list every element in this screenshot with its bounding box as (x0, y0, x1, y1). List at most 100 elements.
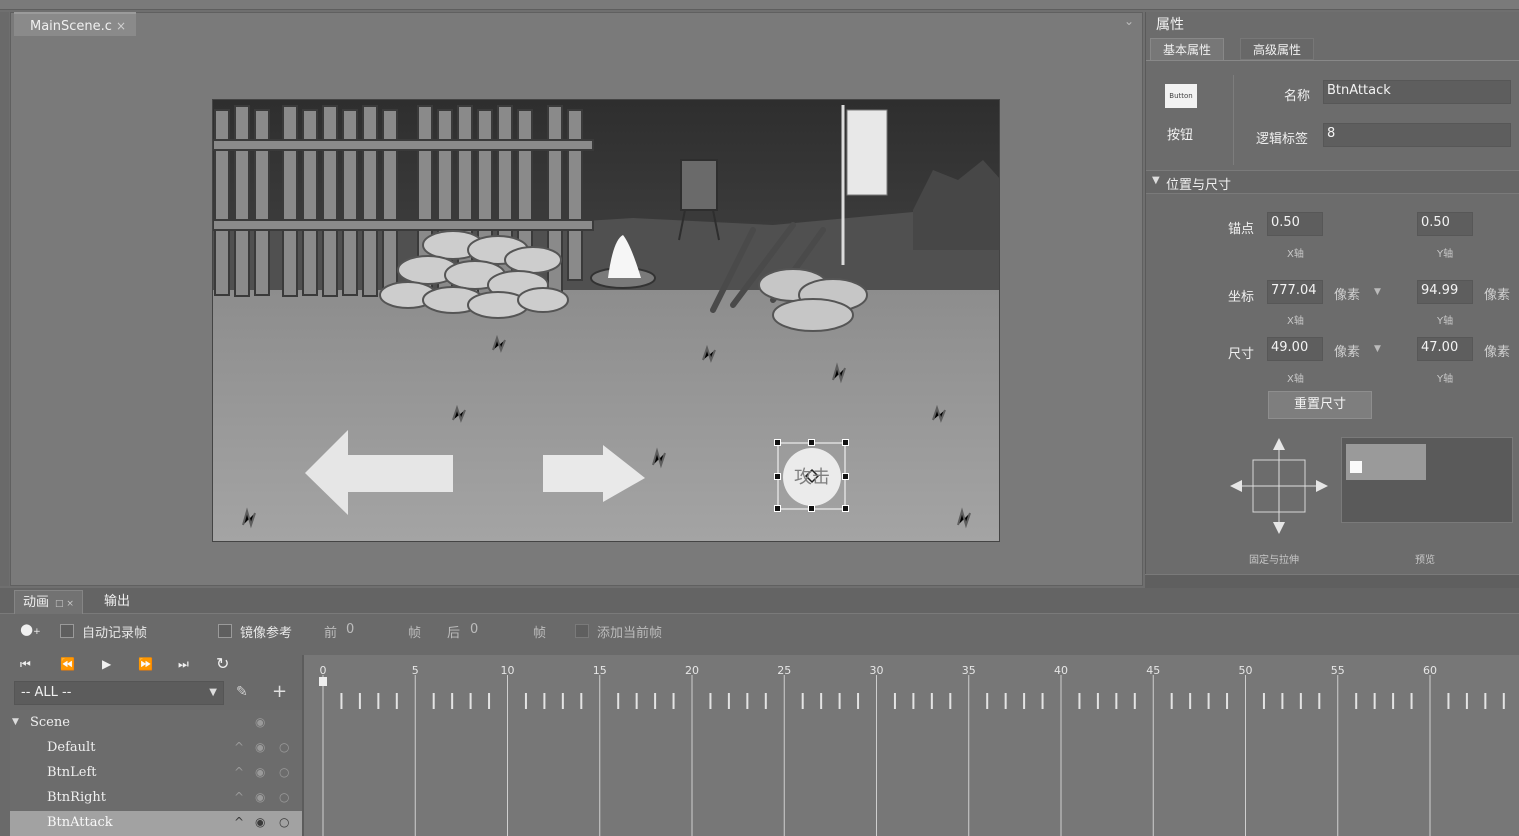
anchor-stretch-widget[interactable] (1226, 434, 1334, 540)
position-x-unit[interactable]: 像素 (1334, 284, 1360, 303)
position-label: 坐标 (1228, 290, 1255, 305)
timeline-tick-label: 40 (1054, 664, 1068, 677)
tab-divider (1146, 60, 1519, 61)
resize-handle[interactable] (842, 439, 849, 446)
properties-title: 属性 (1156, 17, 1184, 33)
mirror-ref-checkbox[interactable] (218, 624, 232, 638)
preview-node (1350, 461, 1362, 473)
chevron-down-icon[interactable]: ▼ (1374, 287, 1381, 297)
prev-frame-icon[interactable]: ⏪ (60, 657, 75, 671)
anchor-x-field[interactable]: 0.50 (1267, 212, 1323, 236)
resize-handle[interactable] (774, 505, 781, 512)
play-icon[interactable]: ▶ (102, 657, 111, 671)
eye-icon[interactable]: ◉ (255, 765, 265, 779)
lock-icon[interactable]: ^ (234, 765, 244, 779)
timeline-tick-label: 55 (1331, 664, 1345, 677)
tree-row-default[interactable]: Default ^ ◉ ○ (10, 736, 302, 761)
timeline-ruler[interactable]: 0 5 10 15 20 25 30 35 40 45 50 55 60 (304, 655, 1519, 836)
timeline-tick-label: 45 (1146, 664, 1160, 677)
playhead-marker[interactable] (319, 677, 327, 686)
lock-icon[interactable]: ^ (234, 815, 244, 829)
pencil-icon[interactable]: ✎ (236, 684, 248, 700)
timeline-tick-label: 60 (1423, 664, 1437, 677)
eye-icon[interactable]: ◉ (255, 715, 265, 729)
properties-scrollbar[interactable] (1145, 574, 1519, 588)
circle-icon[interactable]: ○ (279, 815, 289, 829)
left-scroll-strip[interactable] (0, 12, 9, 586)
name-label: 名称 (1284, 89, 1311, 104)
x-axis-caption: X轴 (1287, 249, 1304, 260)
resize-handle[interactable] (842, 473, 849, 480)
circle-icon[interactable]: ○ (279, 765, 289, 779)
circle-icon[interactable]: ○ (279, 790, 289, 804)
before-label: 前 (324, 626, 338, 641)
lock-icon[interactable]: ^ (234, 740, 244, 754)
section-position-size[interactable]: ▼ 位置与尺寸 (1146, 170, 1519, 194)
tree-row-scene[interactable]: ▼ Scene ◉ (10, 711, 302, 736)
before-frames-field[interactable]: 0 (346, 622, 354, 637)
resize-handle[interactable] (842, 505, 849, 512)
mirror-ref-label: 镜像参考 (240, 626, 293, 641)
divider (1233, 75, 1234, 165)
loop-icon[interactable]: ↻ (216, 654, 229, 673)
circle-icon[interactable]: ○ (279, 740, 289, 754)
auto-record-checkbox[interactable] (60, 624, 74, 638)
size-width-field[interactable]: 49.00 (1267, 337, 1323, 361)
x-axis-caption: X轴 (1287, 316, 1304, 327)
eye-icon[interactable]: ◉ (255, 790, 265, 804)
tab-advanced-properties[interactable]: 高级属性 (1240, 38, 1315, 60)
add-frame-checkbox[interactable] (575, 624, 589, 638)
tree-label: BtnLeft (47, 765, 97, 780)
resize-handle[interactable] (774, 439, 781, 446)
tab-output[interactable]: 输出 (96, 590, 138, 614)
lock-icon[interactable]: ^ (234, 790, 244, 804)
plus-icon[interactable]: + (272, 681, 287, 702)
frame-unit-label: 帧 (408, 626, 422, 641)
fix-stretch-caption: 固定与拉伸 (1249, 555, 1299, 566)
tree-row-btnattack[interactable]: BtnAttack ^ ◉ ○ (10, 811, 302, 836)
tree-label: BtnRight (47, 790, 107, 805)
timeline-tick-label: 50 (1239, 664, 1253, 677)
resize-handle[interactable] (774, 473, 781, 480)
tree-row-btnright[interactable]: BtnRight ^ ◉ ○ (10, 786, 302, 811)
component-thumbnail: Button (1165, 84, 1197, 108)
next-frame-icon[interactable]: ⏩ (138, 657, 153, 671)
frame-unit-label: 帧 (533, 626, 547, 641)
anchor-y-field[interactable]: 0.50 (1417, 212, 1473, 236)
position-y-unit[interactable]: 像素 (1484, 284, 1510, 303)
close-icon[interactable]: □ × (55, 599, 74, 609)
tab-animation[interactable]: 动画 □ × (14, 590, 83, 614)
tree-label: Default (47, 740, 96, 755)
logic-tag-label: 逻辑标签 (1256, 132, 1309, 147)
component-type-label: 按钮 (1167, 128, 1194, 143)
add-node-icon[interactable]: ●+ (20, 620, 41, 638)
position-y-field[interactable]: 94.99 (1417, 280, 1473, 304)
last-frame-icon[interactable]: ⏭ (178, 657, 189, 672)
top-menu-strip (0, 0, 1519, 10)
document-tab-mainscene[interactable]: MainScene.c × (14, 12, 136, 36)
name-field[interactable]: BtnAttack (1323, 80, 1511, 104)
chevron-down-icon[interactable]: ⌄ (1124, 14, 1134, 28)
game-scene-canvas[interactable]: 攻击 (212, 99, 1000, 542)
size-width-unit[interactable]: 像素 (1334, 341, 1360, 360)
chevron-down-icon[interactable]: ▼ (12, 717, 19, 727)
resize-handle[interactable] (808, 439, 815, 446)
attack-button-label[interactable]: 攻击 (787, 463, 837, 489)
tab-basic-properties[interactable]: 基本属性 (1150, 38, 1225, 60)
position-x-field[interactable]: 777.04 (1267, 280, 1323, 304)
size-height-unit[interactable]: 像素 (1484, 341, 1510, 360)
after-frames-field[interactable]: 0 (470, 622, 478, 637)
first-frame-icon[interactable]: ⏮ (20, 657, 31, 672)
size-height-field[interactable]: 47.00 (1417, 337, 1473, 361)
reset-size-button[interactable]: 重置尺寸 (1268, 391, 1372, 419)
chevron-down-icon[interactable]: ▼ (1374, 344, 1381, 354)
tree-label: BtnAttack (47, 815, 113, 830)
close-icon[interactable]: × (116, 19, 126, 33)
section-title: 位置与尺寸 (1166, 178, 1232, 193)
logic-tag-field[interactable]: 8 (1323, 123, 1511, 147)
tree-row-btnleft[interactable]: BtnLeft ^ ◉ ○ (10, 761, 302, 786)
resize-handle[interactable] (808, 505, 815, 512)
eye-icon[interactable]: ◉ (255, 815, 265, 829)
eye-icon[interactable]: ◉ (255, 740, 265, 754)
node-filter-select[interactable]: -- ALL -- ▼ (14, 681, 224, 705)
